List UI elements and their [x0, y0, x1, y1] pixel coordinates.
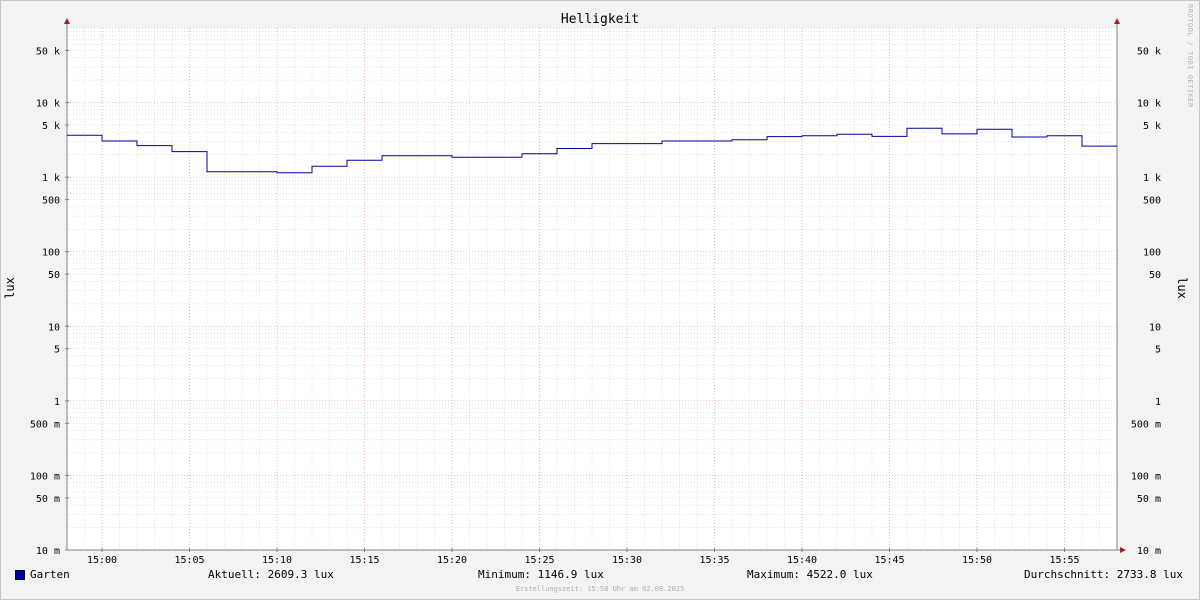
- x-tick-labels: 15:00 15:05 15:10 15:15 15:20 15:25 15:30 15:35…: [87, 548, 1080, 566]
- y-tick-label-right: 50 m: [1137, 494, 1161, 505]
- x-tick-label: 15:10: [262, 555, 292, 566]
- legend-swatch-garten: [15, 570, 25, 580]
- y-axis-label-right: lux: [1175, 277, 1189, 299]
- x-tick-label: 15:15: [349, 555, 379, 566]
- y-tick-label-right: 1: [1155, 397, 1161, 408]
- legend-series-name: Garten: [30, 568, 70, 581]
- y-tick-label-left: 500: [42, 196, 60, 207]
- y-tick-label-left: 5: [54, 345, 60, 356]
- y-tick-label-left: 5 k: [42, 121, 60, 132]
- y-tick-label-right: 10 k: [1137, 99, 1161, 110]
- y-tick-label-left: 100 m: [30, 471, 60, 482]
- y-tick-label-left: 100: [42, 248, 60, 259]
- brightness-chart: 50 k 50 k 10 k 10 k 5 k 5 k 1 k 1 k 500 500 100 100…: [3, 12, 1189, 566]
- y-tick-label-right: 50: [1149, 270, 1161, 281]
- x-tick-label: 15:00: [87, 555, 117, 566]
- x-tick-label: 15:55: [1049, 555, 1079, 566]
- y-axis-arrow-left: [64, 18, 70, 24]
- y-axis-arrow-right: [1114, 18, 1120, 24]
- y-tick-label-left: 10 m: [36, 546, 60, 557]
- y-tick-label-right: 10: [1149, 322, 1161, 333]
- x-tick-label: 15:50: [962, 555, 992, 566]
- vendor-watermark: RRDTOOL / TOBI OETIKER: [1186, 4, 1194, 108]
- legend-maximum: Maximum: 4522.0 lux: [747, 568, 873, 581]
- y-tick-label-right: 500: [1143, 196, 1161, 207]
- y-tick-label-left: 50 k: [36, 46, 60, 57]
- y-tick-label-left: 10 k: [36, 99, 60, 110]
- y-tick-label-right: 100 m: [1131, 471, 1161, 482]
- chart-title: Helligkeit: [561, 12, 639, 27]
- y-tick-label-left: 10: [48, 322, 60, 333]
- y-tick-label-right: 50 k: [1137, 46, 1161, 57]
- y-tick-label-left: 1 k: [42, 173, 60, 184]
- legend-current: Aktuell: 2609.3 lux: [208, 568, 334, 581]
- y-tick-label-right: 100: [1143, 248, 1161, 259]
- y-tick-label-right: 500 m: [1131, 419, 1161, 430]
- y-axis-label-left: lux: [3, 277, 17, 299]
- y-tick-label-right: 5: [1155, 345, 1161, 356]
- y-tick-label-left: 50: [48, 270, 60, 281]
- creation-time: Erstellungszeit: 15:58 Uhr am 02.08.2025: [515, 585, 685, 593]
- x-tick-label: 15:05: [174, 555, 204, 566]
- x-tick-label: 15:40: [787, 555, 817, 566]
- x-tick-label: 15:45: [874, 555, 904, 566]
- x-tick-label: 15:25: [524, 555, 554, 566]
- y-tick-label-right: 1 k: [1143, 173, 1161, 184]
- legend: Garten Aktuell: 2609.3 lux Minimum: 1146…: [0, 566, 1200, 584]
- x-axis-arrow: [1120, 547, 1126, 553]
- x-tick-label: 15:35: [699, 555, 729, 566]
- y-tick-label-left: 50 m: [36, 494, 60, 505]
- legend-minimum: Minimum: 1146.9 lux: [478, 568, 604, 581]
- y-tick-label-right: 5 k: [1143, 121, 1161, 132]
- y-tick-label-left: 500 m: [30, 419, 60, 430]
- x-tick-label: 15:20: [437, 555, 467, 566]
- y-tick-label-right: 10 m: [1137, 546, 1161, 557]
- x-tick-label: 15:30: [612, 555, 642, 566]
- y-tick-label-left: 1: [54, 397, 60, 408]
- legend-average: Durchschnitt: 2733.8 lux: [1024, 568, 1183, 581]
